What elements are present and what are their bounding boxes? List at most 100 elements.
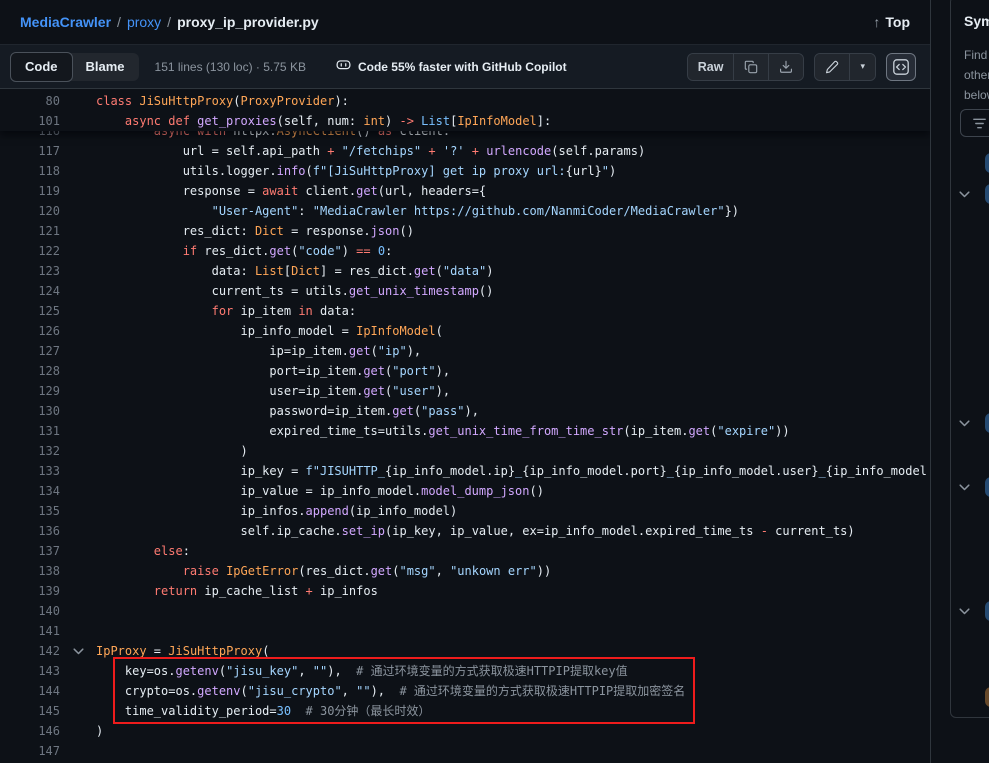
line-number[interactable]: 123 [0,264,60,278]
line-number[interactable]: 121 [0,224,60,238]
symbol-badge [985,184,989,204]
code-line: 129 user=ip_item.get("user"), [0,381,930,401]
back-to-top-button[interactable]: ↑ Top [867,10,916,34]
symbol-tree-item[interactable] [951,687,989,707]
line-number[interactable]: 129 [0,384,60,398]
file-toolbar: Code Blame 151 lines (130 loc) · 5.75 KB… [0,44,930,89]
line-number[interactable]: 132 [0,444,60,458]
code-text: "User-Agent": "MediaCrawler https://gith… [96,201,739,221]
line-number[interactable]: 136 [0,524,60,538]
code-text: IpProxy = JiSuHttpProxy( [96,641,269,661]
line-number[interactable]: 145 [0,704,60,718]
line-number[interactable]: 137 [0,544,60,558]
breadcrumb-repo-link[interactable]: MediaCrawler [20,14,111,30]
code-text: ip_info_model = IpInfoModel( [96,321,443,341]
line-number[interactable]: 139 [0,584,60,598]
line-number[interactable]: 131 [0,424,60,438]
symbols-panel-description: Findotherbelow [964,45,989,105]
line-number[interactable]: 133 [0,464,60,478]
symbols-filter-input[interactable] [960,109,989,137]
line-number[interactable]: 142 [0,644,60,658]
line-number[interactable]: 141 [0,624,60,638]
code-line: 143 key=os.getenv("jisu_key", ""), # 通过环… [0,661,930,681]
line-number[interactable]: 146 [0,724,60,738]
code-line: 140 [0,601,930,621]
line-number[interactable]: 120 [0,204,60,218]
toolbar-actions: Raw [687,53,916,81]
line-number[interactable]: 143 [0,664,60,678]
chevron-down-icon[interactable] [959,191,971,198]
code-text: class JiSuHttpProxy(ProxyProvider): [96,91,349,111]
copy-raw-content-button[interactable] [733,54,768,80]
symbols-panel-toggle-button[interactable] [886,53,916,81]
line-number[interactable]: 124 [0,284,60,298]
line-number[interactable]: 135 [0,504,60,518]
line-number[interactable]: 119 [0,184,60,198]
edit-dropdown-button[interactable]: ▾ [849,54,875,80]
chevron-down-icon[interactable] [959,608,971,615]
line-number[interactable]: 144 [0,684,60,698]
line-number[interactable]: 125 [0,304,60,318]
line-number[interactable]: 127 [0,344,60,358]
code-text: async def get_proxies(self, num: int) ->… [96,111,551,131]
code-text: current_ts = utils.get_unix_timestamp() [96,281,493,301]
code-text: ) [96,721,103,741]
download-raw-button[interactable] [768,54,803,80]
code-line: 145 time_validity_period=30 # 30分钟（最长时效） [0,701,930,721]
line-number[interactable]: 80 [0,94,60,108]
symbol-tree-item[interactable] [951,477,989,497]
code-text: response = await client.get(url, headers… [96,181,486,201]
code-line: 141 [0,621,930,641]
breadcrumb-separator: / [167,14,171,30]
chevron-down-icon[interactable] [959,420,971,427]
code-text: ip_key = f"JISUHTTP_{ip_info_model.ip}_{… [96,461,927,481]
symbol-tree-item[interactable] [951,153,989,173]
line-number[interactable]: 138 [0,564,60,578]
line-number[interactable]: 118 [0,164,60,178]
code-text: key=os.getenv("jisu_key", ""), # 通过环境变量的… [96,661,628,681]
breadcrumb-separator: / [117,14,121,30]
code-line: 132 ) [0,441,930,461]
download-icon [779,60,793,74]
tab-code[interactable]: Code [10,52,73,82]
raw-button[interactable]: Raw [688,54,734,80]
code-text: res_dict: Dict = response.json() [96,221,414,241]
code-line: 138 raise IpGetError(res_dict.get("msg",… [0,561,930,581]
line-number[interactable]: 147 [0,744,60,758]
symbol-tree-item[interactable] [951,413,989,433]
symbol-tree-item[interactable] [951,184,989,204]
line-number[interactable]: 101 [0,114,60,128]
code-line: 142 IpProxy = JiSuHttpProxy( [0,641,930,661]
code-text: url = self.api_path + "/fetchips" + '?' … [96,141,645,161]
code-line: 135 ip_infos.append(ip_info_model) [0,501,930,521]
breadcrumb-folder-link[interactable]: proxy [127,14,161,30]
tab-blame[interactable]: Blame [72,53,139,81]
code-text: password=ip_item.get("pass"), [96,401,479,421]
symbols-description-line: Find [964,45,989,65]
code-line: 101 async def get_proxies(self, num: int… [0,111,930,131]
file-meta-text: 151 lines (130 loc) · 5.75 KB [155,60,306,74]
line-number[interactable]: 134 [0,484,60,498]
code-line: 120 "User-Agent": "MediaCrawler https://… [0,201,930,221]
line-number[interactable]: 128 [0,364,60,378]
code-line: 128 port=ip_item.get("port"), [0,361,930,381]
raw-copy-download-group: Raw [687,53,805,81]
code-line: 122 if res_dict.get("code") == 0: [0,241,930,261]
line-number[interactable]: 140 [0,604,60,618]
copilot-banner[interactable]: Code 55% faster with GitHub Copilot [336,57,567,77]
chevron-down-icon[interactable] [959,484,971,491]
code-text: return ip_cache_list + ip_infos [96,581,378,601]
code-line: 117 url = self.api_path + "/fetchips" + … [0,141,930,161]
line-number[interactable]: 130 [0,404,60,418]
code-line: 144 crypto=os.getenv("jisu_crypto", ""),… [0,681,930,701]
symbol-tree-item[interactable] [951,601,989,621]
code-line: 137 else: [0,541,930,561]
line-number[interactable]: 117 [0,144,60,158]
edit-file-button[interactable] [815,54,849,80]
line-number[interactable]: 122 [0,244,60,258]
collapse-chevron-icon[interactable] [60,648,96,655]
code-line: 80 class JiSuHttpProxy(ProxyProvider): [0,91,930,111]
symbol-badge [985,153,989,173]
line-number[interactable]: 126 [0,324,60,338]
code-text: ) [96,441,248,461]
